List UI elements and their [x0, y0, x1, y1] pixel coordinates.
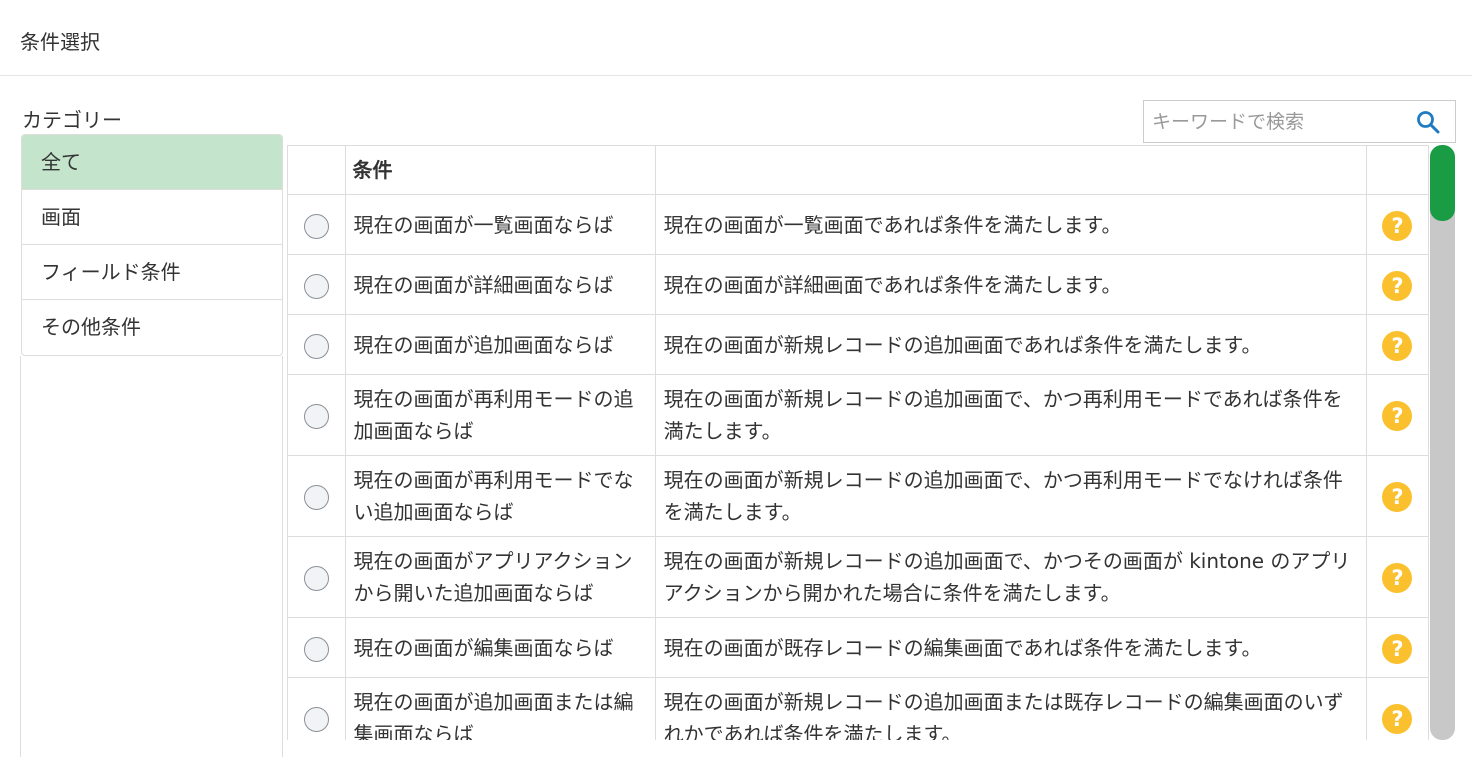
- condition-name: 現在の画面が一覧画面ならば: [345, 194, 656, 255]
- category-item-field-condition[interactable]: フィールド条件: [22, 245, 282, 300]
- dialog-title: 条件選択: [20, 30, 100, 54]
- table-row[interactable]: 現在の画面が追加画面ならば 現在の画面が新規レコードの追加画面であれば条件を満た…: [288, 314, 1429, 375]
- select-radio[interactable]: [303, 485, 329, 510]
- dialog-header: 条件選択: [0, 0, 1472, 76]
- table-row[interactable]: 現在の画面が詳細画面ならば 現在の画面が詳細画面であれば条件を満たします。 ?: [288, 254, 1429, 315]
- table-row[interactable]: 現在の画面がアプリアクションから開いた追加画面ならば 現在の画面が新規レコードの…: [288, 536, 1429, 618]
- select-radio[interactable]: [303, 707, 329, 732]
- select-radio[interactable]: [303, 404, 329, 429]
- select-radio[interactable]: [303, 333, 329, 359]
- condition-table: 条件 現在の画面が一覧画面ならば 現在の画面が一覧画面であれば条件を満たします。…: [287, 145, 1429, 740]
- search-input[interactable]: [1144, 101, 1404, 142]
- category-list: 全て 画面 フィールド条件 その他条件: [21, 134, 283, 356]
- condition-name: 現在の画面が再利用モードの追加画面ならば: [345, 374, 656, 456]
- table-row[interactable]: 現在の画面が一覧画面ならば 現在の画面が一覧画面であれば条件を満たします。 ?: [288, 194, 1429, 255]
- category-column-border-right: [282, 356, 283, 757]
- table-scrollbar[interactable]: [1430, 145, 1455, 740]
- select-radio[interactable]: [303, 273, 329, 299]
- category-label: カテゴリー: [22, 108, 122, 132]
- condition-description: 現在の画面が既存レコードの編集画面であれば条件を満たします。: [655, 617, 1367, 678]
- select-radio[interactable]: [303, 636, 329, 662]
- condition-name: 現在の画面が詳細画面ならば: [345, 254, 656, 315]
- condition-description: 現在の画面が新規レコードの追加画面で、かつ再利用モードであれば条件を満たします。: [655, 374, 1367, 456]
- help-icon[interactable]: ?: [1382, 330, 1413, 361]
- category-item-all[interactable]: 全て: [22, 135, 282, 190]
- condition-description: 現在の画面が新規レコードの追加画面であれば条件を満たします。: [655, 314, 1367, 375]
- help-icon[interactable]: ?: [1382, 401, 1413, 432]
- table-header-row: 条件: [288, 146, 1429, 195]
- scrollbar-thumb[interactable]: [1430, 145, 1455, 221]
- condition-name: 現在の画面が追加画面または編集画面ならば: [345, 677, 656, 740]
- header-help-cell: [1366, 146, 1429, 195]
- table-row[interactable]: 現在の画面が再利用モードでない追加画面ならば 現在の画面が新規レコードの追加画面…: [288, 455, 1429, 537]
- condition-description: 現在の画面が新規レコードの追加画面または既存レコードの編集画面のいずれかであれば…: [655, 677, 1367, 740]
- condition-description: 現在の画面が詳細画面であれば条件を満たします。: [655, 254, 1367, 315]
- header-condition: 条件: [345, 146, 656, 195]
- condition-name: 現在の画面が再利用モードでない追加画面ならば: [345, 455, 656, 537]
- category-item-other-condition[interactable]: その他条件: [22, 300, 282, 355]
- header-description: [655, 146, 1367, 195]
- search-icon[interactable]: [1415, 109, 1441, 135]
- help-icon[interactable]: ?: [1382, 210, 1413, 241]
- search-box: [1143, 100, 1456, 143]
- condition-name: 現在の画面が追加画面ならば: [345, 314, 656, 375]
- condition-name: 現在の画面が編集画面ならば: [345, 617, 656, 678]
- condition-description: 現在の画面が新規レコードの追加画面で、かつ再利用モードでなければ条件を満たします…: [655, 455, 1367, 537]
- condition-description: 現在の画面が新規レコードの追加画面で、かつその画面が kintone のアプリア…: [655, 536, 1367, 618]
- help-icon[interactable]: ?: [1382, 563, 1413, 594]
- table-row[interactable]: 現在の画面が再利用モードの追加画面ならば 現在の画面が新規レコードの追加画面で、…: [288, 374, 1429, 456]
- help-icon[interactable]: ?: [1382, 633, 1413, 664]
- condition-description: 現在の画面が一覧画面であれば条件を満たします。: [655, 194, 1367, 255]
- condition-name: 現在の画面がアプリアクションから開いた追加画面ならば: [345, 536, 656, 618]
- header-select-cell: [288, 146, 346, 195]
- help-icon[interactable]: ?: [1382, 704, 1413, 735]
- help-icon[interactable]: ?: [1382, 270, 1413, 301]
- table-row[interactable]: 現在の画面が編集画面ならば 現在の画面が既存レコードの編集画面であれば条件を満た…: [288, 617, 1429, 678]
- select-radio[interactable]: [303, 566, 329, 591]
- table-row[interactable]: 現在の画面が追加画面または編集画面ならば 現在の画面が新規レコードの追加画面また…: [288, 677, 1429, 740]
- help-icon[interactable]: ?: [1382, 482, 1413, 513]
- category-item-screen[interactable]: 画面: [22, 190, 282, 245]
- select-radio[interactable]: [303, 213, 329, 239]
- category-column-border-left: [20, 356, 21, 757]
